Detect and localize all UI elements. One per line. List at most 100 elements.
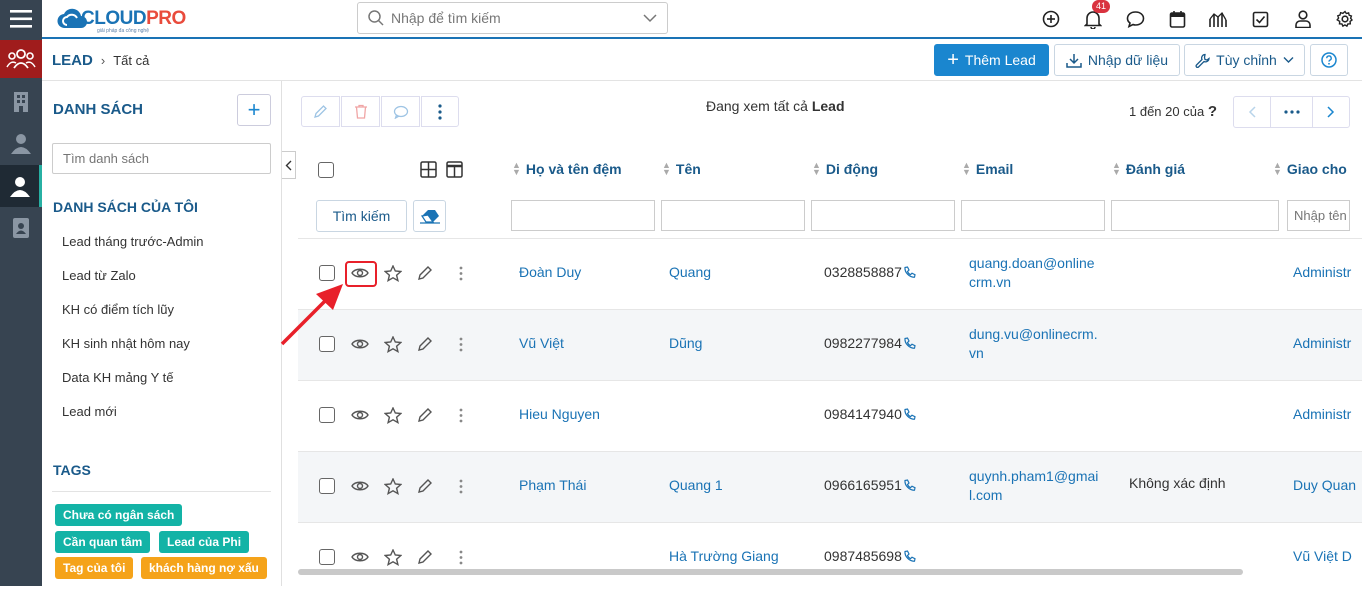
global-search[interactable]: Nhập để tìm kiếm <box>357 2 668 34</box>
lead-last-name[interactable]: Đoàn Duy <box>519 264 581 280</box>
list-item[interactable]: Lead từ Zalo <box>62 268 136 283</box>
vertical-dots-icon[interactable] <box>457 336 465 352</box>
list-item[interactable]: KH sinh nhật hôm nay <box>62 336 190 351</box>
building-icon[interactable] <box>0 82 42 120</box>
lead-assigned-to[interactable]: Administr <box>1293 264 1351 280</box>
import-data-button[interactable]: Nhập dữ liệu <box>1054 44 1180 76</box>
row-checkbox[interactable] <box>319 478 335 494</box>
lead-first-name[interactable]: Quang 1 <box>669 477 723 493</box>
tag-chip[interactable]: Cần quan tâm <box>55 531 151 553</box>
star-icon[interactable] <box>383 334 403 354</box>
delete-button[interactable] <box>341 96 380 127</box>
next-page-button[interactable] <box>1312 96 1350 128</box>
report-chart-icon[interactable] <box>1208 9 1228 29</box>
eye-icon[interactable] <box>349 406 371 424</box>
settings-gear-icon[interactable] <box>1335 9 1355 29</box>
phone-icon[interactable] <box>903 408 916 421</box>
clear-filter-button[interactable] <box>413 200 446 232</box>
pencil-icon[interactable] <box>416 477 434 495</box>
star-icon[interactable] <box>383 547 403 567</box>
search-input[interactable]: Nhập để tìm kiếm <box>391 10 643 26</box>
phone-icon[interactable] <box>903 266 916 279</box>
comment-button[interactable] <box>381 96 420 127</box>
cloudpro-logo[interactable]: CLOUDPRO giải pháp đa công nghệ <box>57 6 186 34</box>
chat-bubble-icon[interactable] <box>1125 9 1145 29</box>
breadcrumb-module[interactable]: LEAD <box>52 52 93 69</box>
filter-search-button[interactable]: Tìm kiếm <box>316 200 407 232</box>
tag-chip[interactable]: Lead của Phi <box>159 531 250 553</box>
eye-icon[interactable] <box>349 477 371 495</box>
total-count-unknown[interactable]: ? <box>1208 103 1217 120</box>
edit-button[interactable] <box>301 96 340 127</box>
column-header-mobile[interactable]: ▲ ▼ Di động <box>812 161 878 178</box>
help-button[interactable] <box>1310 44 1348 76</box>
lead-first-name[interactable]: Quang <box>669 264 711 280</box>
contact-person-icon[interactable] <box>0 124 42 162</box>
column-header-rating[interactable]: ▲ ▼ Đánh giá <box>1112 161 1185 178</box>
lead-email-line1[interactable]: quynh.pham1@gmai <box>969 468 1098 484</box>
star-icon[interactable] <box>383 476 403 496</box>
hamburger-menu-icon[interactable] <box>0 0 42 38</box>
lead-first-name[interactable]: Hà Trường Giang <box>669 548 779 564</box>
column-layout-icon[interactable] <box>446 161 463 181</box>
add-circle-icon[interactable] <box>1041 9 1061 29</box>
calendar-icon[interactable] <box>1167 9 1187 29</box>
people-group-icon[interactable] <box>0 40 42 78</box>
lead-mobile[interactable]: 0328858887 <box>824 264 902 280</box>
phone-icon[interactable] <box>903 550 916 563</box>
list-item[interactable]: Lead tháng trước-Admin <box>62 234 204 249</box>
star-icon[interactable] <box>383 263 403 283</box>
filter-assigned-input[interactable] <box>1287 200 1350 231</box>
lead-last-name[interactable]: Hieu Nguyen <box>519 406 600 422</box>
lead-person-icon[interactable] <box>0 165 42 207</box>
tag-chip[interactable]: khách hàng nợ xấu <box>141 557 267 579</box>
grid-view-icon[interactable] <box>420 161 437 181</box>
lead-email-line2[interactable]: l.com <box>969 487 1002 503</box>
tag-chip[interactable]: Tag của tôi <box>55 557 134 579</box>
customize-dropdown-button[interactable]: Tùy chỉnh <box>1184 44 1305 76</box>
lead-email-line1[interactable]: quang.doan@online <box>969 255 1095 271</box>
lead-email-line1[interactable]: dung.vu@onlinecrm. <box>969 326 1098 342</box>
column-header-first-name[interactable]: ▲ ▼ Tên <box>662 161 701 178</box>
user-profile-icon[interactable] <box>1293 9 1313 29</box>
lead-mobile[interactable]: 0987485698 <box>824 548 902 564</box>
star-icon[interactable] <box>383 405 403 425</box>
lead-first-name[interactable]: Dũng <box>669 335 702 351</box>
row-checkbox[interactable] <box>319 407 335 423</box>
more-actions-button[interactable] <box>421 96 459 127</box>
lead-assigned-to[interactable]: Vũ Việt D <box>1293 548 1352 564</box>
filter-mobile-input[interactable] <box>811 200 955 231</box>
tag-chip[interactable]: Chưa có ngân sách <box>55 504 183 526</box>
lead-mobile[interactable]: 0982277984 <box>824 335 902 351</box>
filter-first-name-input[interactable] <box>661 200 805 231</box>
chevron-down-icon[interactable] <box>643 13 657 23</box>
filter-email-input[interactable] <box>961 200 1105 231</box>
vertical-dots-icon[interactable] <box>457 549 465 565</box>
lead-email-line2[interactable]: vn <box>969 345 984 361</box>
column-header-email[interactable]: ▲ ▼ Email <box>962 161 1013 178</box>
vertical-dots-icon[interactable] <box>457 407 465 423</box>
task-checkbox-icon[interactable] <box>1250 9 1270 29</box>
page-list-button[interactable] <box>1270 96 1313 128</box>
lead-assigned-to[interactable]: Administr <box>1293 335 1351 351</box>
lead-assigned-to[interactable]: Administr <box>1293 406 1351 422</box>
add-list-button[interactable]: + <box>237 94 271 126</box>
pencil-icon[interactable] <box>416 406 434 424</box>
column-header-last-name[interactable]: ▲ ▼ Họ và tên đệm <box>512 161 622 178</box>
phone-icon[interactable] <box>903 337 916 350</box>
list-item[interactable]: KH có điểm tích lũy <box>62 302 174 317</box>
filter-last-name-input[interactable] <box>511 200 655 231</box>
list-search-input[interactable] <box>52 143 271 174</box>
add-lead-button[interactable]: + Thêm Lead <box>934 44 1049 76</box>
list-item[interactable]: Lead mới <box>62 404 117 419</box>
lead-last-name[interactable]: Vũ Việt <box>519 335 564 351</box>
pencil-icon[interactable] <box>416 548 434 566</box>
phone-icon[interactable] <box>903 479 916 492</box>
row-checkbox[interactable] <box>319 549 335 565</box>
lead-assigned-to[interactable]: Duy Quan <box>1293 477 1356 493</box>
contact-card-icon[interactable] <box>0 209 42 247</box>
pencil-icon[interactable] <box>416 335 434 353</box>
column-header-assigned[interactable]: ▲ ▼ Giao cho <box>1273 161 1347 178</box>
vertical-dots-icon[interactable] <box>457 265 465 281</box>
pencil-icon[interactable] <box>416 264 434 282</box>
